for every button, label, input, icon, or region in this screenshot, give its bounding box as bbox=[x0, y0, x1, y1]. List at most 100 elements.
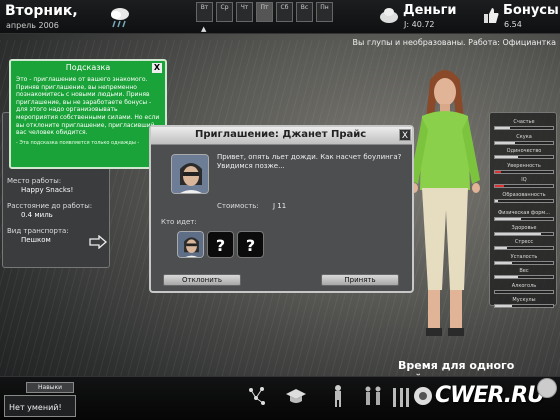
dialog-close-button[interactable]: X bbox=[399, 129, 411, 141]
rain-cloud-icon bbox=[111, 8, 129, 28]
skills-box: Нет умений! bbox=[4, 395, 76, 417]
stat-bar bbox=[494, 217, 554, 221]
workplace-value: Happy Snacks! bbox=[21, 186, 74, 194]
stat-bar-fill bbox=[495, 156, 519, 158]
week-day-1[interactable]: Ср bbox=[216, 2, 233, 22]
dialog-header: Приглашение: Джанет Прайс X bbox=[151, 127, 412, 145]
hint-title: Подсказка bbox=[65, 63, 111, 72]
workplace-label: Место работы: bbox=[7, 177, 62, 185]
stat-row: Стресс bbox=[494, 239, 554, 250]
distance-value: 0.4 миль bbox=[21, 211, 53, 219]
group-icon[interactable] bbox=[362, 384, 384, 408]
inviter-avatar-small-icon bbox=[178, 232, 203, 257]
person-icon[interactable] bbox=[327, 384, 349, 408]
stat-label: IQ bbox=[521, 177, 527, 183]
stat-label: Алкоголь bbox=[511, 282, 537, 289]
money-bag-icon bbox=[380, 8, 398, 23]
stat-bar bbox=[494, 231, 554, 236]
stat-row: Мускулы bbox=[494, 297, 554, 308]
invitation-dialog: Приглашение: Джанет Прайс X Привет, опят… bbox=[149, 125, 414, 293]
stat-bar-fill bbox=[495, 232, 542, 235]
stat-bar bbox=[494, 246, 554, 250]
stat-bar bbox=[494, 169, 554, 174]
arrow-right-icon[interactable] bbox=[89, 235, 107, 249]
week-day-6[interactable]: Пн bbox=[316, 2, 333, 22]
attendee-slot-unknown-2[interactable]: ? bbox=[237, 231, 264, 258]
stat-bar-fill bbox=[495, 261, 513, 264]
vehicle-icon[interactable] bbox=[412, 384, 434, 408]
stat-row: Алкоголь bbox=[494, 283, 554, 294]
week-day-4[interactable]: Сб bbox=[276, 2, 293, 22]
stat-row: Счастье bbox=[494, 119, 554, 130]
map-icon[interactable] bbox=[246, 384, 268, 408]
stat-label: Одиночество bbox=[506, 148, 542, 154]
stat-row: Скука bbox=[494, 134, 554, 145]
stat-label: Образованность bbox=[502, 191, 546, 198]
stat-bar bbox=[494, 275, 554, 279]
money-value: Ј: 40.72 bbox=[404, 20, 435, 29]
thumbs-up-icon bbox=[484, 8, 499, 23]
hint-close-button[interactable]: X bbox=[152, 63, 162, 73]
stat-bar-fill bbox=[495, 247, 507, 249]
skills-tab[interactable]: Навыки bbox=[26, 382, 74, 393]
stat-label: Уверенность bbox=[507, 162, 541, 169]
attendee-slot-unknown-1[interactable]: ? bbox=[207, 231, 234, 258]
week-day-3[interactable]: Пт bbox=[256, 2, 273, 22]
stat-row: Физическая форм... bbox=[494, 210, 554, 221]
stat-label: Усталость bbox=[510, 253, 538, 260]
week-day-0[interactable]: Вт bbox=[196, 2, 213, 22]
week-day-2[interactable]: Чт bbox=[236, 2, 253, 22]
attendee-slot-inviter[interactable] bbox=[177, 231, 204, 258]
hint-panel: Подсказка X Это - приглашение от вашего … bbox=[9, 59, 167, 169]
stat-label: Здоровье bbox=[511, 224, 537, 231]
stat-label: Счастье bbox=[513, 119, 535, 125]
stat-bar bbox=[494, 155, 554, 159]
graduation-cap-icon[interactable] bbox=[285, 384, 307, 408]
stat-row: Здоровье bbox=[494, 225, 554, 236]
transport-label: Вид транспорта: bbox=[7, 227, 69, 235]
accept-button[interactable]: Принять bbox=[321, 274, 399, 286]
watermark-text: CWER.RU bbox=[435, 383, 545, 408]
stat-label: Физическая форм... bbox=[498, 210, 550, 216]
bonus-value: 6.54 bbox=[504, 20, 522, 29]
current-date: апрель 2006 bbox=[6, 21, 59, 30]
inviter-avatar-icon bbox=[172, 155, 208, 193]
stat-row: Вес bbox=[494, 268, 554, 279]
stat-row: Образованность bbox=[494, 192, 554, 203]
reject-button[interactable]: Отклонить bbox=[163, 274, 241, 286]
stat-label: Мускулы bbox=[512, 297, 536, 303]
stat-bar-fill bbox=[495, 170, 501, 173]
stat-label: Скука bbox=[516, 133, 532, 140]
dialog-title: Приглашение: Джанет Прайс bbox=[195, 129, 367, 140]
clock-icon[interactable] bbox=[537, 378, 557, 398]
attendees-label: Кто идет: bbox=[161, 218, 197, 226]
stat-bar bbox=[494, 198, 554, 203]
stat-bar-fill bbox=[495, 305, 513, 307]
stat-label: Стресс bbox=[514, 239, 534, 245]
stat-row: IQ bbox=[494, 177, 554, 188]
stat-bar-fill bbox=[495, 185, 504, 187]
stat-bar-fill bbox=[495, 199, 498, 202]
stat-bar-fill bbox=[495, 141, 516, 144]
stat-row: Одиночество bbox=[494, 148, 554, 159]
week-day-5[interactable]: Вс bbox=[296, 2, 313, 22]
stat-row: Усталость bbox=[494, 254, 554, 265]
invitation-message: Привет, опять льет дожди. Как насчет боу… bbox=[217, 153, 402, 170]
money-title: Деньги bbox=[403, 3, 457, 18]
ladder-icon[interactable] bbox=[390, 384, 412, 408]
stat-bar bbox=[494, 140, 554, 145]
day-name: Вторник, bbox=[5, 3, 78, 19]
cost-value: Ј 11 bbox=[273, 202, 287, 210]
week-day-selector: Вт Ср Чт Пт Сб Вс Пн bbox=[196, 2, 333, 22]
transport-value: Пешком bbox=[21, 236, 51, 244]
stat-bar bbox=[494, 126, 554, 130]
cost-label: Стоимость: bbox=[217, 202, 259, 210]
stat-bar-fill bbox=[495, 127, 510, 129]
top-bar: Вторник, апрель 2006 Вт Ср Чт Пт Сб Вс Пн ▲ Де… bbox=[0, 0, 560, 34]
stat-bar-fill bbox=[495, 276, 519, 278]
current-day-marker-icon: ▲ bbox=[201, 25, 207, 33]
distance-label: Расстояние до работы: bbox=[7, 202, 93, 210]
stat-row: Уверенность bbox=[494, 163, 554, 174]
bonus-title: Бонусы bbox=[503, 3, 559, 18]
stat-bar-fill bbox=[495, 218, 522, 220]
